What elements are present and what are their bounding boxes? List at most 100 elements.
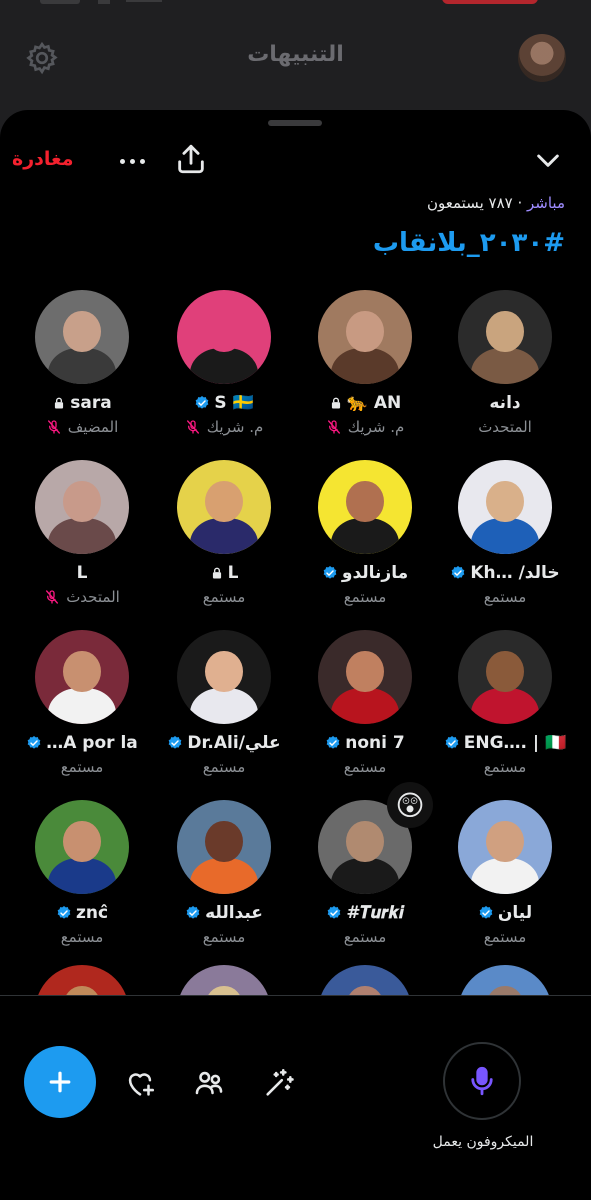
verified-badge-icon bbox=[452, 566, 465, 579]
avatar[interactable] bbox=[35, 460, 129, 554]
participant-role: مستمع bbox=[483, 758, 527, 776]
avatar[interactable] bbox=[177, 630, 271, 724]
heart-plus-icon[interactable] bbox=[123, 1066, 157, 1100]
avatar[interactable] bbox=[177, 460, 271, 554]
recording-pill bbox=[442, 0, 538, 4]
avatar[interactable] bbox=[318, 290, 412, 384]
participant-card[interactable]: AN 🐆 م. شريك bbox=[295, 290, 435, 438]
bottom-controls: الميكروفون يعمل bbox=[0, 996, 591, 1200]
participant-card[interactable]: A por la… مستمع bbox=[12, 630, 152, 778]
verified-badge-icon bbox=[27, 736, 41, 749]
verified-badge-icon bbox=[169, 736, 182, 749]
avatar[interactable] bbox=[318, 630, 412, 724]
status-indicator bbox=[126, 0, 162, 2]
lock-icon bbox=[55, 397, 64, 409]
participant-name-row: A por la… bbox=[12, 732, 152, 754]
verified-badge-icon bbox=[186, 906, 200, 919]
mic-off-icon bbox=[186, 420, 199, 434]
mic-off-icon bbox=[47, 420, 60, 434]
participant-role-row: مستمع bbox=[12, 926, 152, 948]
participant-card[interactable]: علي/Dr.Ali مستمع bbox=[154, 630, 294, 778]
avatar[interactable] bbox=[35, 630, 129, 724]
share-icon[interactable] bbox=[174, 142, 208, 176]
participant-name: sara bbox=[70, 393, 112, 413]
drag-handle[interactable] bbox=[268, 120, 322, 126]
verified-badge-icon bbox=[328, 906, 341, 919]
mic-off-icon bbox=[46, 590, 59, 604]
avatar[interactable] bbox=[458, 800, 552, 894]
avatar[interactable] bbox=[458, 460, 552, 554]
participant-name: znĉ bbox=[75, 903, 109, 923]
participant-name-row: L bbox=[154, 562, 294, 584]
participant-role: مستمع bbox=[343, 928, 387, 946]
live-label: مباشر bbox=[527, 194, 565, 212]
participant-name-row: L bbox=[12, 562, 152, 584]
avatar[interactable] bbox=[318, 460, 412, 554]
participant-name-row: علي/Dr.Ali bbox=[154, 732, 294, 754]
verified-badge-icon bbox=[479, 906, 493, 919]
participant-card[interactable]: L مستمع bbox=[154, 460, 294, 608]
participant-card[interactable]: ليان مستمع bbox=[435, 800, 575, 948]
participant-name-row: مازنالدو bbox=[295, 562, 435, 584]
participant-name: خالد/ …Kh bbox=[470, 563, 560, 583]
participant-card[interactable]: sara المضيف bbox=[12, 290, 152, 438]
participant-role: مستمع bbox=[343, 758, 387, 776]
participant-role: مستمع bbox=[202, 588, 246, 606]
people-icon[interactable] bbox=[192, 1066, 226, 1100]
avatar[interactable] bbox=[35, 800, 129, 894]
participant-role: مستمع bbox=[202, 928, 246, 946]
participant-name: A por la… bbox=[46, 733, 138, 753]
participant-card[interactable]: L المتحدث bbox=[12, 460, 152, 608]
participant-name-row: S 🇸🇪 bbox=[154, 392, 294, 414]
sparkle-wand-icon[interactable] bbox=[262, 1066, 296, 1100]
verified-badge-icon bbox=[326, 736, 340, 749]
participant-card[interactable]: S 🇸🇪 م. شريك bbox=[154, 290, 294, 438]
verified-badge-icon bbox=[445, 736, 459, 749]
listener-count: · ٧٨٧ يستمعون bbox=[426, 194, 523, 212]
participant-name: noni 7 bbox=[345, 733, 405, 753]
verified-badge-icon bbox=[195, 396, 209, 409]
participant-role-row: م. شريك bbox=[154, 416, 294, 438]
participant-card[interactable]: عبدالله مستمع bbox=[154, 800, 294, 948]
space-title: #٢٠٣٠_بلانقاب bbox=[372, 228, 565, 258]
participant-card[interactable]: ENG…. | 🇮🇹 مستمع bbox=[435, 630, 575, 778]
participant-card[interactable]: خالد/ …Kh مستمع bbox=[435, 460, 575, 608]
more-options-icon[interactable] bbox=[114, 146, 150, 176]
participant-role: مستمع bbox=[343, 588, 387, 606]
participant-name: ENG…. | 🇮🇹 bbox=[463, 733, 567, 753]
participant-card[interactable]: دانه المتحدث bbox=[435, 290, 575, 438]
participant-card[interactable]: znĉ مستمع bbox=[12, 800, 152, 948]
participant-role-row: المضيف bbox=[12, 416, 152, 438]
avatar[interactable] bbox=[177, 800, 271, 894]
avatar[interactable] bbox=[177, 290, 271, 384]
participant-name: L bbox=[76, 563, 88, 583]
participant-role: المضيف bbox=[67, 418, 119, 436]
participant-role-row: مستمع bbox=[435, 586, 575, 608]
reaction-badge: 😲 bbox=[387, 782, 433, 828]
participant-name-row: ليان bbox=[435, 902, 575, 924]
participant-role-row: مستمع bbox=[435, 756, 575, 778]
avatar[interactable] bbox=[35, 290, 129, 384]
microphone-button[interactable] bbox=[443, 1042, 521, 1120]
participant-name-row: sara bbox=[12, 392, 152, 414]
plus-icon bbox=[49, 1071, 71, 1093]
participant-role-row: مستمع bbox=[295, 756, 435, 778]
avatar[interactable] bbox=[458, 630, 552, 724]
avatar[interactable] bbox=[458, 290, 552, 384]
chevron-down-icon[interactable] bbox=[532, 144, 564, 176]
participant-name: 𝑻𝒖𝒓𝒌𝒊# bbox=[346, 903, 404, 923]
participant-role-row: المتحدث bbox=[12, 586, 152, 608]
participant-role: المتحدث bbox=[66, 588, 120, 606]
status-indicator bbox=[40, 0, 80, 4]
participant-card[interactable]: noni 7 مستمع bbox=[295, 630, 435, 778]
participant-name-row: ENG…. | 🇮🇹 bbox=[435, 732, 575, 754]
participant-role-row: مستمع bbox=[435, 926, 575, 948]
status-bar bbox=[0, 0, 591, 14]
participant-card[interactable]: 😲 𝑻𝒖𝒓𝒌𝒊# مستمع bbox=[295, 782, 435, 948]
leave-button[interactable]: مغادرة bbox=[12, 148, 74, 170]
avatar[interactable] bbox=[518, 34, 566, 82]
participant-name-row: عبدالله bbox=[154, 902, 294, 924]
microphone-status: الميكروفون يعمل bbox=[432, 1134, 534, 1150]
participant-card[interactable]: مازنالدو مستمع bbox=[295, 460, 435, 608]
add-button[interactable] bbox=[24, 1046, 96, 1118]
